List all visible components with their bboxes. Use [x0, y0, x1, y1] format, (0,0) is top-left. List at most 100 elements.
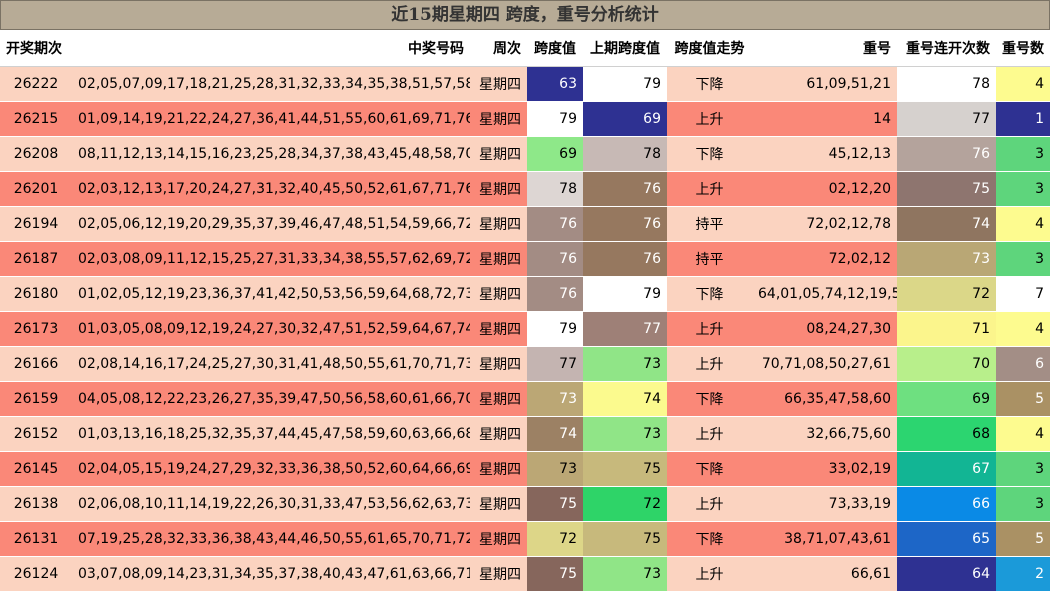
- page-title: 近15期星期四 跨度，重号分析统计: [0, 0, 1050, 30]
- weekday-cell: 星期四: [470, 136, 527, 172]
- winning-numbers-cell: 08,11,12,13,14,15,16,23,25,28,34,37,38,4…: [72, 136, 470, 172]
- repeat-numbers-cell: 72,02,12: [752, 241, 897, 277]
- prev-span-value-cell: 75: [583, 521, 667, 557]
- span-trend-cell: 持平: [667, 206, 752, 242]
- weekday-cell: 星期四: [470, 276, 527, 312]
- span-value-cell: 72: [527, 521, 583, 557]
- span-trend-cell: 下降: [667, 276, 752, 312]
- winning-numbers-cell: 01,03,05,08,09,12,19,24,27,30,32,47,51,5…: [72, 311, 470, 347]
- repeat-numbers-cell: 64,01,05,74,12,19,59: [752, 276, 897, 312]
- repeat-numbers-cell: 70,71,08,50,27,61: [752, 346, 897, 382]
- span-trend-cell: 上升: [667, 311, 752, 347]
- table-row[interactable]: 26124 03,07,08,09,14,23,31,34,35,37,38,40…: [0, 556, 1050, 592]
- repeat-count-cell: 3: [996, 486, 1050, 522]
- weekday-cell: 星期四: [470, 66, 527, 102]
- span-trend-cell: 上升: [667, 556, 752, 592]
- span-trend-cell: 下降: [667, 451, 752, 487]
- span-value-cell: 63: [527, 66, 583, 102]
- table-row[interactable]: 26131 07,19,25,28,32,33,36,38,43,44,46,50…: [0, 521, 1050, 557]
- span-value-cell: 73: [527, 381, 583, 417]
- weekday-cell: 星期四: [470, 241, 527, 277]
- prev-span-value-cell: 73: [583, 416, 667, 452]
- lottery-analysis-page: 近15期星期四 跨度，重号分析统计 开奖期次 中奖号码 周次 跨度值 上期跨度值…: [0, 0, 1052, 592]
- span-trend-cell: 上升: [667, 486, 752, 522]
- winning-numbers-cell: 02,03,08,09,11,12,15,25,27,31,33,34,38,5…: [72, 241, 470, 277]
- table-row[interactable]: 26166 02,08,14,16,17,24,25,27,30,31,41,48…: [0, 346, 1050, 382]
- header-trend[interactable]: 跨度值走势: [667, 30, 752, 67]
- repeat-times-cell: 74: [897, 206, 996, 242]
- prev-span-value-cell: 77: [583, 311, 667, 347]
- winning-numbers-cell: 02,03,12,13,17,20,24,27,31,32,40,45,50,5…: [72, 171, 470, 207]
- prev-span-value-cell: 73: [583, 346, 667, 382]
- table-body: 26222 02,05,07,09,17,18,21,25,28,31,32,33…: [0, 66, 1050, 592]
- table-row[interactable]: 26173 01,03,05,08,09,12,19,24,27,30,32,47…: [0, 311, 1050, 347]
- table-row[interactable]: 26194 02,05,06,12,19,20,29,35,37,39,46,47…: [0, 206, 1050, 242]
- header-repeat-times[interactable]: 重号连开次数: [897, 30, 996, 67]
- header-span[interactable]: 跨度值: [527, 30, 583, 67]
- winning-numbers-cell: 02,04,05,15,19,24,27,29,32,33,36,38,50,5…: [72, 451, 470, 487]
- weekday-cell: 星期四: [470, 451, 527, 487]
- winning-numbers-cell: 07,19,25,28,32,33,36,38,43,44,46,50,55,6…: [72, 521, 470, 557]
- repeat-numbers-cell: 14: [752, 101, 897, 137]
- table-row[interactable]: 26215 01,09,14,19,21,22,24,27,36,41,44,51…: [0, 101, 1050, 137]
- winning-numbers-cell: 04,05,08,12,22,23,26,27,35,39,47,50,56,5…: [72, 381, 470, 417]
- period-cell: 26208: [0, 136, 72, 172]
- period-cell: 26166: [0, 346, 72, 382]
- repeat-times-cell: 70: [897, 346, 996, 382]
- span-trend-cell: 上升: [667, 101, 752, 137]
- winning-numbers-cell: 02,05,07,09,17,18,21,25,28,31,32,33,34,3…: [72, 66, 470, 102]
- winning-numbers-cell: 01,03,13,16,18,25,32,35,37,44,45,47,58,5…: [72, 416, 470, 452]
- table-row[interactable]: 26201 02,03,12,13,17,20,24,27,31,32,40,45…: [0, 171, 1050, 207]
- header-numbers[interactable]: 中奖号码: [72, 30, 470, 67]
- weekday-cell: 星期四: [470, 101, 527, 137]
- table-row[interactable]: 26138 02,06,08,10,11,14,19,22,26,30,31,33…: [0, 486, 1050, 522]
- header-weekday[interactable]: 周次: [470, 30, 527, 67]
- weekday-cell: 星期四: [470, 346, 527, 382]
- winning-numbers-cell: 01,09,14,19,21,22,24,27,36,41,44,51,55,6…: [72, 101, 470, 137]
- winning-numbers-cell: 03,07,08,09,14,23,31,34,35,37,38,40,43,4…: [72, 556, 470, 592]
- table-row[interactable]: 26145 02,04,05,15,19,24,27,29,32,33,36,38…: [0, 451, 1050, 487]
- repeat-count-cell: 4: [996, 311, 1050, 347]
- span-value-cell: 76: [527, 276, 583, 312]
- repeat-numbers-cell: 66,35,47,58,60: [752, 381, 897, 417]
- repeat-times-cell: 64: [897, 556, 996, 592]
- repeat-times-cell: 69: [897, 381, 996, 417]
- repeat-times-cell: 65: [897, 521, 996, 557]
- table-row[interactable]: 26187 02,03,08,09,11,12,15,25,27,31,33,34…: [0, 241, 1050, 277]
- span-trend-cell: 下降: [667, 521, 752, 557]
- repeat-count-cell: 1: [996, 101, 1050, 137]
- prev-span-value-cell: 79: [583, 66, 667, 102]
- table-row[interactable]: 26159 04,05,08,12,22,23,26,27,35,39,47,50…: [0, 381, 1050, 417]
- header-repeat-count[interactable]: 重号数: [996, 30, 1050, 67]
- repeat-numbers-cell: 45,12,13: [752, 136, 897, 172]
- period-cell: 26187: [0, 241, 72, 277]
- table-row[interactable]: 26222 02,05,07,09,17,18,21,25,28,31,32,33…: [0, 66, 1050, 102]
- weekday-cell: 星期四: [470, 521, 527, 557]
- prev-span-value-cell: 76: [583, 206, 667, 242]
- winning-numbers-cell: 01,02,05,12,19,23,36,37,41,42,50,53,56,5…: [72, 276, 470, 312]
- header-period[interactable]: 开奖期次: [0, 30, 72, 67]
- prev-span-value-cell: 69: [583, 101, 667, 137]
- span-value-cell: 73: [527, 451, 583, 487]
- table-row[interactable]: 26180 01,02,05,12,19,23,36,37,41,42,50,53…: [0, 276, 1050, 312]
- prev-span-value-cell: 78: [583, 136, 667, 172]
- repeat-count-cell: 3: [996, 171, 1050, 207]
- period-cell: 26131: [0, 521, 72, 557]
- prev-span-value-cell: 72: [583, 486, 667, 522]
- span-value-cell: 79: [527, 311, 583, 347]
- repeat-times-cell: 77: [897, 101, 996, 137]
- header-prev-span[interactable]: 上期跨度值: [583, 30, 667, 67]
- repeat-count-cell: 5: [996, 381, 1050, 417]
- prev-span-value-cell: 75: [583, 451, 667, 487]
- winning-numbers-cell: 02,05,06,12,19,20,29,35,37,39,46,47,48,5…: [72, 206, 470, 242]
- period-cell: 26222: [0, 66, 72, 102]
- table-header-row: 开奖期次 中奖号码 周次 跨度值 上期跨度值 跨度值走势 重号 重号连开次数 重…: [0, 30, 1050, 67]
- header-repeat-nums[interactable]: 重号: [752, 30, 897, 67]
- repeat-times-cell: 73: [897, 241, 996, 277]
- weekday-cell: 星期四: [470, 486, 527, 522]
- table-row[interactable]: 26152 01,03,13,16,18,25,32,35,37,44,45,47…: [0, 416, 1050, 452]
- repeat-count-cell: 4: [996, 206, 1050, 242]
- table-row[interactable]: 26208 08,11,12,13,14,15,16,23,25,28,34,37…: [0, 136, 1050, 172]
- repeat-times-cell: 68: [897, 416, 996, 452]
- period-cell: 26138: [0, 486, 72, 522]
